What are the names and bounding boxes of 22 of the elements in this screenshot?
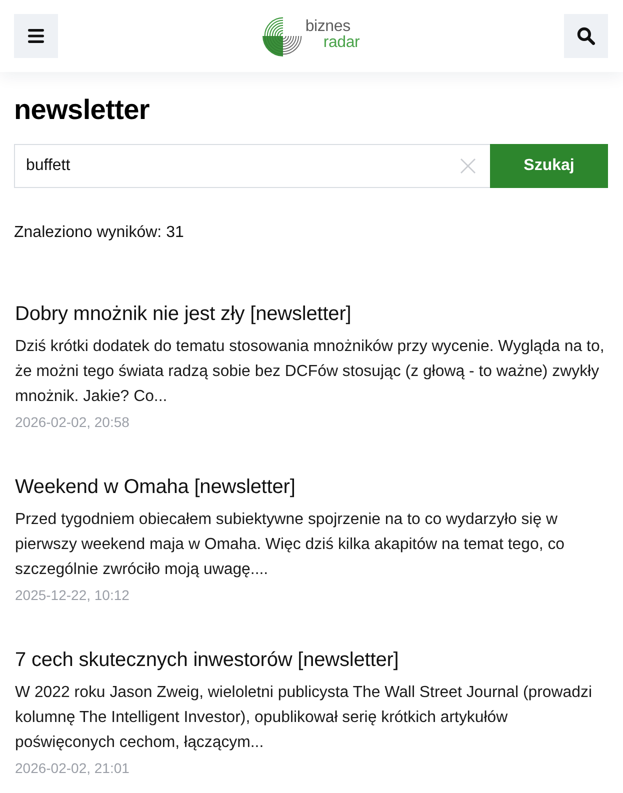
- article-title[interactable]: Dobry mnożnik nie jest zły [newsletter]: [14, 300, 608, 328]
- article-date: 2025-12-22, 10:12: [14, 586, 130, 605]
- clear-icon: [460, 158, 476, 174]
- search-button[interactable]: [564, 14, 608, 58]
- results-count: Znaleziono wyników: 31: [14, 223, 185, 243]
- article-excerpt: W 2022 roku Jason Zweig, wieloletni publicysta The Wall Street Journal (prowadzi kolumnę The Intelligent Investor), opublikował serię krótkich artykułów poświęconych cechom, łączącym...: [14, 683, 593, 753]
- menu-icon: [28, 29, 44, 43]
- search-field[interactable]: buffett: [14, 144, 490, 188]
- search-icon: [576, 27, 595, 45]
- article-date: 2026-02-02, 21:01: [14, 759, 130, 778]
- article-excerpt: Dziś krótki dodatek do tematu stosowania mnożników przy wycenie. Wygląda na to, że możni tego świata radzą sobie bez DCFów stosując (z głową - to ważne) zwykły mnożnik. Jakie? Co...: [14, 337, 606, 407]
- logo-icon: [262, 15, 304, 57]
- article-excerpt: Przed tygodniem obiecałem subiektywne spojrzenie na to co wydarzyło się w pierwszy weekend maja w Omaha. Więc dziś kilka akapitów na temat tego, co szczególnie zwróciło moją uwagę....: [14, 510, 566, 580]
- site-logo[interactable]: biznes radar: [262, 15, 360, 57]
- menu-button[interactable]: [14, 14, 58, 58]
- logo-text: biznes: [305, 19, 352, 35]
- article-title[interactable]: Weekend w Omaha [newsletter]: [14, 473, 608, 501]
- article-title[interactable]: 7 cech skutecznych inwestorów [newsletter]: [14, 646, 608, 674]
- page-title: newsletter: [14, 93, 150, 127]
- article-date: 2026-02-02, 20:58: [14, 413, 130, 432]
- logo-text: radar: [322, 35, 360, 51]
- submit-button[interactable]: Szukaj: [490, 144, 608, 188]
